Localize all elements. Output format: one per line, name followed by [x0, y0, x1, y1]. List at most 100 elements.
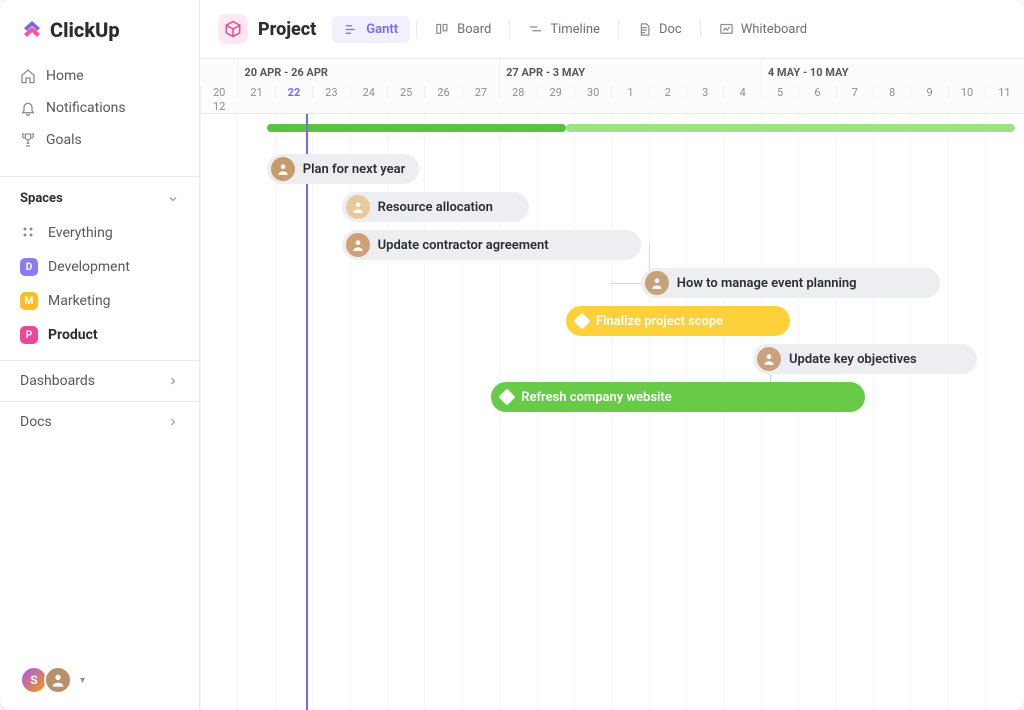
day-label[interactable]: 9 — [910, 85, 947, 99]
task-container: Plan for next yearResource allocationUpd… — [200, 114, 1024, 154]
week-row: 20 APR - 26 APR27 APR - 3 MAY4 MAY - 10 … — [200, 59, 1024, 85]
view-timeline-label: Timeline — [550, 22, 600, 37]
spaces-section-header[interactable]: Spaces — [0, 177, 199, 216]
board-icon — [435, 22, 450, 37]
sidebar-footer[interactable]: S ▾ — [0, 650, 199, 710]
timeline-header: 20 APR - 26 APR27 APR - 3 MAY4 MAY - 10 … — [200, 59, 1024, 114]
day-label[interactable]: 24 — [350, 85, 387, 99]
day-label[interactable]: 10 — [948, 85, 985, 99]
view-doc[interactable]: Doc — [625, 16, 694, 43]
collapsible-dashboards[interactable]: Dashboards — [0, 360, 199, 401]
day-label[interactable]: 22 — [275, 85, 312, 99]
week-label: 20 APR - 26 APR — [237, 59, 499, 85]
view-whiteboard[interactable]: Whiteboard — [707, 16, 819, 43]
whiteboard-icon — [719, 22, 734, 37]
bell-icon — [20, 100, 36, 116]
assignee-avatar[interactable] — [757, 347, 781, 371]
logo[interactable]: ClickUp — [0, 0, 199, 56]
space-everything-label: Everything — [48, 225, 113, 241]
milestone-diamond-icon — [574, 313, 591, 330]
main: Project Gantt Board Timeline — [200, 0, 1024, 710]
timeline-icon — [528, 22, 543, 37]
day-label[interactable]: 21 — [237, 85, 274, 99]
task-bar[interactable]: Plan for next year — [267, 154, 420, 184]
space-product[interactable]: P Product — [8, 318, 191, 352]
primary-nav: Home Notifications Goals — [0, 56, 199, 168]
assignee-avatar[interactable] — [346, 195, 370, 219]
home-icon — [20, 68, 36, 84]
nav-notifications[interactable]: Notifications — [8, 92, 191, 124]
project-chip[interactable]: Project — [218, 14, 316, 44]
view-separator — [416, 20, 417, 38]
user-avatar-2[interactable] — [44, 666, 72, 694]
collapsible-docs[interactable]: Docs — [0, 401, 199, 442]
space-marketing[interactable]: M Marketing — [8, 284, 191, 318]
user-menu-caret-icon[interactable]: ▾ — [80, 675, 85, 686]
day-label[interactable]: 11 — [985, 85, 1022, 99]
task-bar[interactable]: Update contractor agreement — [342, 230, 641, 260]
view-doc-label: Doc — [659, 22, 682, 37]
day-label[interactable]: 12 — [200, 99, 237, 113]
sidebar: ClickUp Home Notifications Goals Spaces — [0, 0, 200, 710]
day-label[interactable]: 23 — [312, 85, 349, 99]
view-board[interactable]: Board — [423, 16, 503, 43]
task-label: Plan for next year — [303, 162, 406, 177]
space-product-label: Product — [48, 327, 98, 343]
day-label[interactable]: 6 — [798, 85, 835, 99]
view-gantt-label: Gantt — [366, 22, 398, 37]
space-development[interactable]: D Development — [8, 250, 191, 284]
task-label: Resource allocation — [378, 200, 493, 215]
view-separator — [618, 20, 619, 38]
view-separator — [700, 20, 701, 38]
space-badge-d: D — [20, 258, 38, 276]
nav-home[interactable]: Home — [8, 60, 191, 92]
trophy-icon — [20, 132, 36, 148]
project-title: Project — [258, 19, 316, 40]
space-everything[interactable]: Everything — [8, 216, 191, 250]
cube-icon — [218, 14, 248, 44]
day-label[interactable]: 1 — [611, 85, 648, 99]
day-label[interactable]: 4 — [723, 85, 760, 99]
nav-goals-label: Goals — [46, 132, 82, 148]
gantt-body[interactable]: TODAY Plan for next yearResource allocat… — [200, 114, 1024, 710]
milestone-diamond-icon — [499, 389, 516, 406]
view-whiteboard-label: Whiteboard — [741, 22, 807, 37]
day-label[interactable]: 29 — [537, 85, 574, 99]
spaces-label: Spaces — [20, 191, 63, 206]
day-label[interactable]: 8 — [873, 85, 910, 99]
doc-icon — [637, 22, 652, 37]
day-label[interactable]: 3 — [686, 85, 723, 99]
task-label: Finalize project scope — [596, 314, 723, 329]
assignee-avatar[interactable] — [645, 271, 669, 295]
day-label[interactable]: 28 — [499, 85, 536, 99]
day-label[interactable]: 20 — [200, 85, 237, 99]
view-timeline[interactable]: Timeline — [516, 16, 612, 43]
view-tabs: Gantt Board Timeline Doc — [332, 16, 819, 43]
nav-goals[interactable]: Goals — [8, 124, 191, 156]
task-bar[interactable]: Refresh company website — [491, 382, 865, 412]
everything-icon — [20, 224, 38, 242]
day-label[interactable]: 27 — [462, 85, 499, 99]
nav-home-label: Home — [46, 68, 84, 84]
task-label: How to manage event planning — [677, 276, 857, 291]
header: Project Gantt Board Timeline — [200, 0, 1024, 59]
day-label[interactable]: 30 — [574, 85, 611, 99]
task-bar[interactable]: Finalize project scope — [566, 306, 790, 336]
week-label: 4 MAY - 10 MAY — [761, 59, 1023, 85]
day-label[interactable]: 2 — [649, 85, 686, 99]
day-label[interactable]: 25 — [387, 85, 424, 99]
task-label: Refresh company website — [521, 390, 672, 405]
task-bar[interactable]: Update key objectives — [753, 344, 977, 374]
view-gantt[interactable]: Gantt — [332, 16, 410, 43]
week-label: 27 APR - 3 MAY — [499, 59, 761, 85]
task-bar[interactable]: Resource allocation — [342, 192, 529, 222]
assignee-avatar[interactable] — [271, 157, 295, 181]
task-bar[interactable]: How to manage event planning — [641, 268, 940, 298]
day-label[interactable]: 7 — [836, 85, 873, 99]
day-label[interactable]: 5 — [761, 85, 798, 99]
assignee-avatar[interactable] — [346, 233, 370, 257]
space-badge-p: P — [20, 326, 38, 344]
view-separator — [509, 20, 510, 38]
view-board-label: Board — [457, 22, 491, 37]
day-label[interactable]: 26 — [424, 85, 461, 99]
